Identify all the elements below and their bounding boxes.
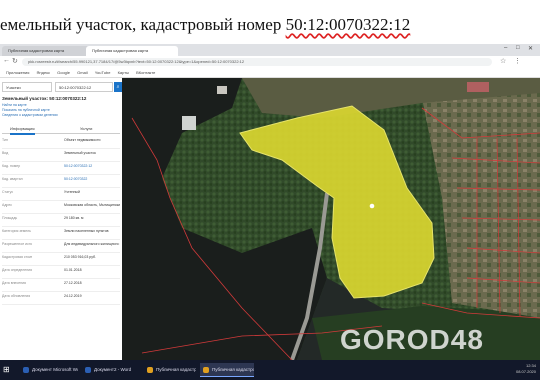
taskbar-item[interactable]: Документ Microsoft Word [20,363,78,377]
search-icon[interactable]: ⌕ [114,82,122,92]
table-row: Дата обновления 24.12.2019 [2,292,120,305]
taskbar: ⊞ Документ Microsoft Word Документ2 - Wo… [0,360,540,380]
row-value: 24.12.2019 [64,294,82,298]
row-value: Объект недвижимости [64,138,101,142]
parcel-centroid [369,203,375,209]
link-cadastral-division[interactable]: Сведения о кадастровом делении [2,113,120,118]
table-row: Площадь 29 180 кв. м [2,214,120,227]
row-key: Дата определения [2,268,32,272]
taskbar-item[interactable]: Документ2 - Word [82,363,140,377]
bookmark-item[interactable]: ВКонтакте [136,70,155,75]
row-value: Московская область, Мытищинский район, д… [64,203,120,207]
reload-icon[interactable]: ↻ [12,57,18,65]
row-value: 29 180 кв. м [64,216,84,220]
table-row: Вид Земельный участок [2,149,120,162]
minimize-icon[interactable]: – [504,45,507,51]
row-key: Статус [2,190,14,194]
building [217,86,227,94]
table-row: Категория земель Земли населенных пунктов [2,227,120,240]
bookmark-item[interactable]: Карты [118,70,129,75]
taskbar-item[interactable]: Публичная кадастровая карта [144,363,196,377]
row-value: 01.01.2018 [64,268,82,272]
bookmark-item[interactable]: Google [57,70,70,75]
heading-prefix: емельный участок, кадастровый номер [0,15,286,34]
parcel-title: Земельный участок: 50:12:0070322:12 [2,96,87,101]
bookmark-item[interactable]: Приложения [6,70,29,75]
tab-information[interactable]: Информация [10,124,35,135]
table-row: Адрес Московская область, Мытищинский рай… [2,201,120,214]
clock-date: 08.07.2020 [515,369,536,374]
row-key: Категория земель [2,229,31,233]
bookmark-item[interactable]: Яндекс [37,70,50,75]
row-value: Земельный участок [64,151,96,155]
row-value[interactable]: 50:12:0070322 [64,177,120,181]
attribute-table: Тип Объект недвижимости Вид Земельный учас… [2,136,120,305]
building-roof [467,82,489,92]
row-key: Вид [2,151,9,155]
bookmark-item[interactable]: Gmail [77,70,87,75]
search-input[interactable]: 50:12:0070322:12 [55,82,113,92]
browser-tabbar: Публичная кадастровая карта Публичная ка… [0,44,540,56]
map-canvas[interactable] [122,78,540,360]
table-row: Кад. квартал 50:12:0070322 [2,175,120,188]
bookmark-item[interactable]: YouTube [95,70,111,75]
row-value: Земли населенных пунктов [64,229,109,233]
menu-icon[interactable]: ⋮ [514,57,521,65]
row-value: Для индивидуального жилищного строительс… [64,242,120,246]
object-type-select[interactable]: Участки [2,82,52,92]
row-key: Разрешенное использование [2,242,32,246]
search-panel: Участки 50:12:0070322:12 ⌕ [0,80,122,94]
row-key: Площадь [2,216,18,220]
row-key: Кадастровая стоимость [2,255,32,259]
system-clock[interactable]: 12:34 08.07.2020 [516,363,536,375]
table-row: Разрешенное использование Для индивидуаль… [2,240,120,253]
document-heading: емельный участок, кадастровый номер 50:1… [0,10,540,40]
parcel-links: Найти на карте Показать на публичной кар… [2,103,120,118]
star-icon[interactable]: ☆ [500,57,506,65]
row-key: Тип [2,138,8,142]
watermark-logo: GOROD48 [340,324,484,355]
maximize-icon[interactable]: □ [516,45,520,51]
table-row: Кадастровая стоимость 210 053 916,03 руб. [2,253,120,266]
table-row: Статус Учтенный [2,188,120,201]
table-row: Тип Объект недвижимости [2,136,120,149]
tab-services[interactable]: Услуги [80,124,92,133]
cadastral-number: 50:12:0070322:12 [285,15,411,34]
row-key: Адрес [2,203,13,207]
info-tabs: Информация Услуги [2,124,120,135]
row-value: 210 053 916,03 руб. [64,255,96,259]
url-field[interactable]: pkk.rosreestr.ru/#/search/55.990121,37.7… [22,58,492,66]
row-value[interactable]: 50:12:0070322:12 [64,164,120,168]
row-value: Учтенный [64,190,80,194]
satellite-map[interactable] [122,78,540,360]
row-key: Дата внесения [2,281,26,285]
taskbar-item[interactable]: Публичная кадастровая карта [200,363,254,377]
table-row: Кад. номер 50:12:0070322:12 [2,162,120,175]
building [182,116,196,130]
row-value: 27.12.2018 [64,281,82,285]
close-icon[interactable]: ✕ [528,45,533,52]
row-key: Кад. номер [2,164,21,168]
browser-tab-2[interactable]: Публичная кадастровая карта [86,46,178,56]
table-row: Дата определения 01.01.2018 [2,266,120,279]
browser-tab-1[interactable]: Публичная кадастровая карта [2,46,94,56]
row-key: Дата обновления [2,294,31,298]
bookmarks-bar: Приложения Яндекс Google Gmail YouTube К… [0,68,540,78]
back-icon[interactable]: ← [3,57,10,64]
start-icon[interactable]: ⊞ [3,365,13,375]
info-sidebar: Участки 50:12:0070322:12 ⌕ Земельный уча… [0,78,123,360]
table-row: Дата внесения 27.12.2018 [2,279,120,292]
row-key: Кад. квартал [2,177,23,181]
